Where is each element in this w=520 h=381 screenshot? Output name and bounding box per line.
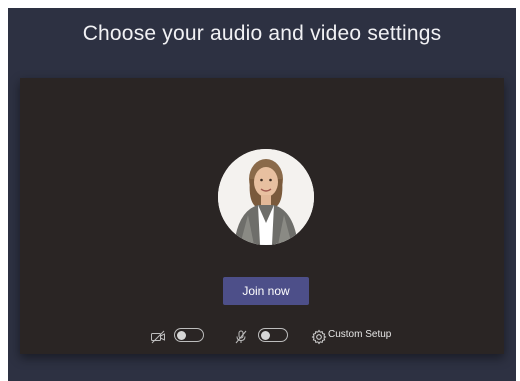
- user-avatar: [218, 149, 314, 245]
- microphone-toggle[interactable]: [258, 328, 288, 342]
- settings-window: Choose your audio and video settings Joi…: [8, 8, 516, 381]
- join-now-button[interactable]: Join now: [223, 277, 309, 305]
- microphone-off-icon: [233, 329, 249, 345]
- microphone-toggle-knob: [261, 330, 270, 340]
- dialog-title: Choose your audio and video settings: [82, 22, 442, 45]
- gear-icon[interactable]: [311, 329, 327, 345]
- camera-off-icon: [150, 329, 166, 345]
- custom-setup-link[interactable]: Custom Setup: [328, 329, 391, 340]
- user-portrait-icon: [218, 149, 314, 245]
- video-preview: Join now Custom Setup: [20, 78, 504, 354]
- device-controls: Custom Setup: [20, 326, 504, 348]
- camera-toggle[interactable]: [174, 328, 204, 342]
- camera-toggle-knob: [177, 330, 186, 340]
